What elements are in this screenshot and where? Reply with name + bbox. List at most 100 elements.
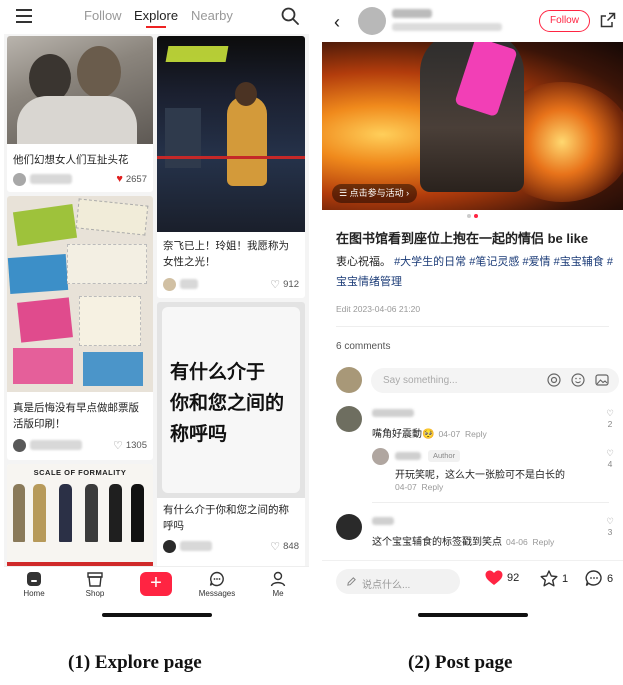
like-count[interactable]: ♥ 2657 (116, 173, 147, 185)
reply-button[interactable]: Reply (465, 429, 487, 439)
pen-icon (347, 577, 356, 586)
like-count-value: 1305 (125, 440, 147, 451)
comment-like-count: 3 (607, 527, 613, 537)
emoji-icon[interactable] (571, 373, 585, 387)
note-cover-image (157, 36, 305, 232)
active-tab-underline (146, 26, 166, 28)
note-title: 他们幻想女人们互扯头花 (13, 154, 129, 166)
like-count[interactable]: ♡ 1305 (113, 439, 147, 452)
search-icon[interactable] (281, 7, 299, 25)
avatar[interactable] (13, 439, 26, 452)
note-card[interactable]: SCALE OF FORMALITY (7, 464, 153, 566)
tab-follow[interactable]: Follow (84, 8, 122, 23)
note-card[interactable]: 奈飞已上！玲姐！我愿称为女性之光！ ♡ 912 (157, 36, 305, 298)
bottom-comment-input[interactable]: 说点什么... (336, 569, 460, 594)
home-indicator (102, 613, 212, 617)
menu-icon[interactable] (16, 9, 32, 23)
nav-messages[interactable]: Messages (192, 571, 242, 598)
note-title: 真是后悔没有早点做邮票版活版印刷！ (13, 402, 139, 430)
heart-outline-icon: ♡ (606, 516, 614, 526)
mention-icon[interactable] (547, 373, 561, 387)
comment-text: 这个宝宝辅食的标签戳到笑点 (372, 537, 502, 548)
poster-line: 你和您之间的 (170, 393, 285, 414)
divider (372, 502, 609, 503)
note-cover-image (7, 196, 153, 392)
avatar[interactable] (163, 540, 176, 553)
comment-button[interactable]: 6 (585, 570, 613, 587)
note-meta: ♡ 1305 (13, 439, 147, 453)
tab-explore[interactable]: Explore (134, 8, 178, 23)
heart-filled-icon: ♥ (116, 173, 123, 185)
nav-shop[interactable]: Shop (70, 571, 120, 598)
person-icon (270, 571, 286, 587)
like-count[interactable]: ♡ 912 (270, 278, 299, 291)
follow-button[interactable]: Follow (539, 10, 590, 32)
home-icon (27, 572, 41, 586)
explore-screen: Follow Explore Nearby 他们幻想女人们互扯头花 ♥ 2657… (4, 0, 309, 625)
post-image[interactable]: ☰ 点击参与活动 › (322, 42, 623, 210)
nav-label: Home (23, 589, 45, 598)
avatar[interactable] (336, 514, 362, 540)
nav-home[interactable]: Home (9, 571, 59, 598)
avatar[interactable] (372, 448, 389, 465)
like-count[interactable]: ♡ 848 (270, 540, 299, 553)
explore-top-bar: Follow Explore Nearby (4, 0, 309, 34)
avatar[interactable] (13, 173, 26, 186)
note-card[interactable]: 他们幻想女人们互扯头花 ♥ 2657 (7, 36, 153, 192)
avatar[interactable] (163, 278, 176, 291)
like-button[interactable]: 92 (485, 570, 519, 586)
comment-like[interactable]: ♡ 3 (603, 516, 617, 537)
comment-like[interactable]: ♡ 4 (603, 448, 617, 469)
activity-tag[interactable]: ☰ 点击参与活动 › (332, 184, 418, 203)
note-title: 奈飞已上！玲姐！我愿称为女性之光！ (163, 240, 289, 268)
note-feed: 他们幻想女人们互扯头花 ♥ 2657 真是后悔没有早点做邮票版活版印刷！ ♡ 1… (4, 34, 309, 566)
author-avatar[interactable] (358, 7, 386, 35)
reply-button[interactable]: Reply (422, 482, 444, 492)
comment-placeholder: Say something... (383, 375, 458, 386)
hashtag[interactable]: #大学生的日常 (394, 256, 466, 268)
note-card[interactable]: 有什么介于 你和您之间的 称呼吗 有什么介于你和您之间的称呼吗 ♡ 848 (157, 302, 305, 566)
comment-text: 嘴角好震動🥺 (372, 429, 435, 440)
like-count: 92 (507, 572, 520, 584)
caption-explore: (1) Explore page (68, 652, 202, 673)
author-name-blurred[interactable] (392, 9, 432, 18)
comment-like-count: 2 (607, 419, 613, 429)
commenter-name-blurred[interactable] (372, 517, 394, 525)
hashtag[interactable]: #爱情 (522, 256, 550, 268)
post-title: 在图书馆看到座位上抱在一起的情侣 be like (336, 231, 589, 246)
note-title: 有什么介于你和您之间的称呼吗 (163, 504, 289, 532)
carousel-dot (467, 214, 471, 218)
note-meta: ♡ 848 (163, 540, 299, 554)
note-card[interactable]: 真是后悔没有早点做邮票版活版印刷！ ♡ 1305 (7, 196, 153, 460)
author-name-blurred (30, 440, 82, 450)
comment-date: 04-07 (438, 429, 461, 439)
create-post-button[interactable]: + (140, 572, 172, 596)
comment-bubble-icon (585, 570, 602, 586)
heart-outline-icon: ♡ (112, 440, 123, 452)
hashtag[interactable]: #宝宝辅食 (554, 256, 604, 268)
tab-nearby[interactable]: Nearby (191, 8, 233, 23)
home-indicator (418, 613, 528, 617)
back-arrow-icon[interactable]: ‹ (334, 12, 340, 33)
note-meta: ♡ 912 (163, 278, 299, 292)
comment-like[interactable]: ♡ 2 (603, 408, 617, 429)
comment-date: 04-06 (506, 537, 528, 547)
collect-button[interactable]: 1 (540, 570, 568, 587)
commenter-name-blurred[interactable] (372, 409, 414, 417)
image-icon[interactable] (595, 373, 609, 387)
comment-like-count: 4 (607, 459, 613, 469)
comment-input[interactable]: Say something... (371, 368, 619, 393)
author-badge: Author (428, 450, 461, 462)
heart-outline-icon: ♡ (270, 541, 281, 553)
author-subtitle-blurred (392, 23, 502, 31)
poster-line: 称呼吗 (170, 424, 228, 445)
like-count-value: 2657 (125, 173, 147, 185)
reply-button[interactable]: Reply (533, 537, 555, 547)
avatar[interactable] (336, 406, 362, 432)
share-icon[interactable] (600, 12, 616, 28)
nav-me[interactable]: Me (253, 571, 303, 598)
commenter-name-blurred[interactable] (395, 452, 421, 460)
poster-line: 有什么介于 (170, 362, 266, 383)
divider (336, 326, 609, 327)
hashtag[interactable]: #笔记灵感 (469, 256, 519, 268)
